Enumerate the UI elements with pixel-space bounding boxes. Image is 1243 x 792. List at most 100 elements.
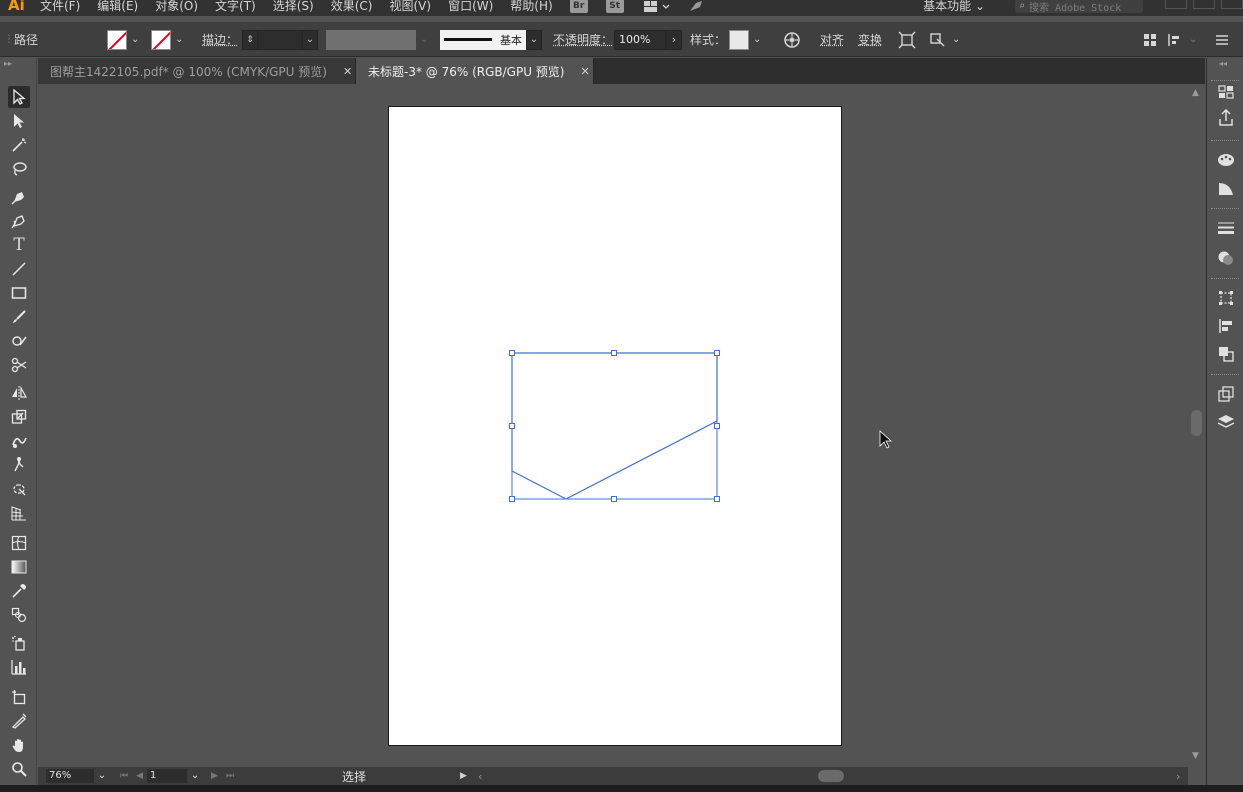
magic-wand-tool-icon[interactable] [8,134,30,156]
transparency-panel-icon[interactable] [1216,248,1236,268]
width-profile-field[interactable] [326,29,416,50]
opacity-control[interactable]: 100% › [614,22,682,57]
graphic-style-swatch[interactable] [729,29,749,50]
stroke-weight-control[interactable]: ⇕ ⌄ [242,22,318,57]
hand-tool-icon[interactable] [8,734,30,756]
align-link[interactable]: 对齐 [820,31,844,48]
horizontal-scroll-thumb[interactable] [818,770,844,782]
collapse-dock-icon[interactable]: ◂◂ [1219,59,1227,68]
bounding-box-handles[interactable] [509,350,720,502]
opacity-label[interactable]: 不透明度： [553,31,613,48]
warp-tool-icon[interactable] [8,430,30,452]
chevron-down-icon[interactable]: ⌄ [420,34,428,45]
type-tool-icon[interactable]: T [8,234,30,256]
fill-none-swatch[interactable] [107,29,127,50]
stroke-none-swatch[interactable] [151,29,171,50]
stroke-weight-input[interactable] [258,29,302,50]
stroke-panel-icon[interactable] [1216,218,1236,238]
transform-link[interactable]: 变换 [858,31,882,48]
pen-tool-icon[interactable] [8,186,30,208]
isolate-selection-icon[interactable] [897,30,917,50]
selected-path-overlay[interactable] [38,84,1188,767]
align-panel-icon[interactable] [1216,316,1236,336]
chevron-down-icon[interactable]: ⌄ [94,769,110,783]
shaper-tool-icon[interactable] [8,330,30,352]
color-guide-panel-icon[interactable] [1216,150,1236,170]
canvas-area[interactable] [38,84,1188,767]
zoom-input[interactable]: 76% [46,769,94,783]
scroll-right-icon[interactable]: › [1176,770,1180,783]
chevron-down-icon[interactable]: ⌄ [526,29,542,50]
column-graph-tool-icon[interactable] [8,656,30,678]
artboards-panel-icon[interactable] [1216,384,1236,404]
panel-grip-icon[interactable]: ⋮ [4,22,14,57]
lasso-tool-icon[interactable] [8,158,30,180]
vertical-scrollbar[interactable]: ▲ ▼ [1188,84,1205,767]
artboard-tool-icon[interactable] [8,686,30,708]
menu-select[interactable]: 选择(S) [273,0,314,14]
menu-type[interactable]: 文字(T) [215,0,256,14]
minimize-button[interactable] [1165,0,1187,9]
stroke-weight-stepper[interactable]: ⇕ [242,29,258,50]
menu-effect[interactable]: 效果(C) [331,0,373,14]
panel-menu-icon[interactable] [1212,30,1232,50]
opacity-input[interactable]: 100% [614,29,666,50]
direct-selection-tool-icon[interactable] [8,110,30,132]
gradient-panel-icon[interactable] [1216,178,1236,198]
stock-search-input[interactable]: ⌕ 搜索 Adobe Stock [1015,0,1143,14]
chevron-down-icon[interactable]: ⌄ [187,769,204,783]
tab-untitled-3[interactable]: 未标题-3* @ 76% (RGB/GPU 预览) ✕ [356,58,594,84]
arrange-documents-icon[interactable] [642,0,672,13]
selection-tool-icon[interactable] [8,86,30,108]
asset-export-panel-icon[interactable] [1216,108,1236,128]
close-window-button[interactable] [1221,0,1243,9]
selected-path[interactable] [511,352,718,500]
chevron-down-icon[interactable]: ⌄ [753,34,761,45]
reflect-tool-icon[interactable] [8,382,30,404]
chevron-down-icon[interactable]: ⌄ [131,34,139,45]
chevron-down-icon[interactable]: ⌄ [1189,34,1197,45]
variable-width-profile[interactable]: ⌄ [326,22,428,57]
free-transform-tool-icon[interactable] [8,478,30,500]
perspective-grid-tool-icon[interactable] [8,502,30,524]
menu-view[interactable]: 视图(V) [389,0,431,14]
fill-color-control[interactable]: ⌄ [107,22,139,57]
close-icon[interactable]: ✕ [343,65,352,78]
slice-tool-icon[interactable] [8,710,30,732]
scale-tool-icon[interactable] [8,406,30,428]
collapse-toolbar-icon[interactable]: ▸▸ [4,59,12,68]
graphic-style-control[interactable]: ⌄ [729,22,761,57]
chevron-right-icon[interactable]: › [666,29,682,50]
scroll-left-icon[interactable]: ‹ [478,770,482,783]
paintbrush-tool-icon[interactable] [8,306,30,328]
maximize-button[interactable] [1193,0,1215,9]
recolor-artwork-icon[interactable] [782,30,802,50]
stock-button[interactable]: St [605,0,624,13]
stroke-label[interactable]: 描边： [202,31,238,48]
scroll-up-icon[interactable]: ▲ [1192,88,1199,98]
gradient-tool-icon[interactable] [8,556,30,578]
symbol-sprayer-tool-icon[interactable] [8,632,30,654]
eyedropper-tool-icon[interactable] [8,580,30,602]
previous-artboard-icon[interactable]: ◀ [136,771,143,781]
last-artboard-icon[interactable]: ⏭ [226,771,234,781]
scroll-down-icon[interactable]: ▼ [1192,751,1199,761]
curvature-tool-icon[interactable] [8,210,30,232]
workspace-switcher[interactable]: 基本功能 ⌄ [923,0,985,14]
scissors-tool-icon[interactable] [8,354,30,376]
zoom-tool-icon[interactable] [8,758,30,780]
first-artboard-icon[interactable]: ⏮ [120,771,128,781]
libraries-panel-icon[interactable] [1216,82,1236,102]
bridge-button[interactable]: Br [569,0,588,13]
chevron-down-icon[interactable]: ⌄ [175,34,183,45]
layers-panel-icon[interactable] [1216,412,1236,432]
menu-help[interactable]: 帮助(H) [510,0,552,14]
puppet-warp-tool-icon[interactable] [8,454,30,476]
pathfinder-panel-icon[interactable] [1216,344,1236,364]
vertical-scroll-thumb[interactable] [1191,410,1202,436]
stroke-color-control[interactable]: ⌄ [151,22,183,57]
next-artboard-icon[interactable]: ▶ [211,771,218,781]
blend-tool-icon[interactable] [8,604,30,626]
brush-definition-control[interactable]: 基本 ⌄ [440,22,542,57]
menu-edit[interactable]: 编辑(E) [97,0,138,14]
